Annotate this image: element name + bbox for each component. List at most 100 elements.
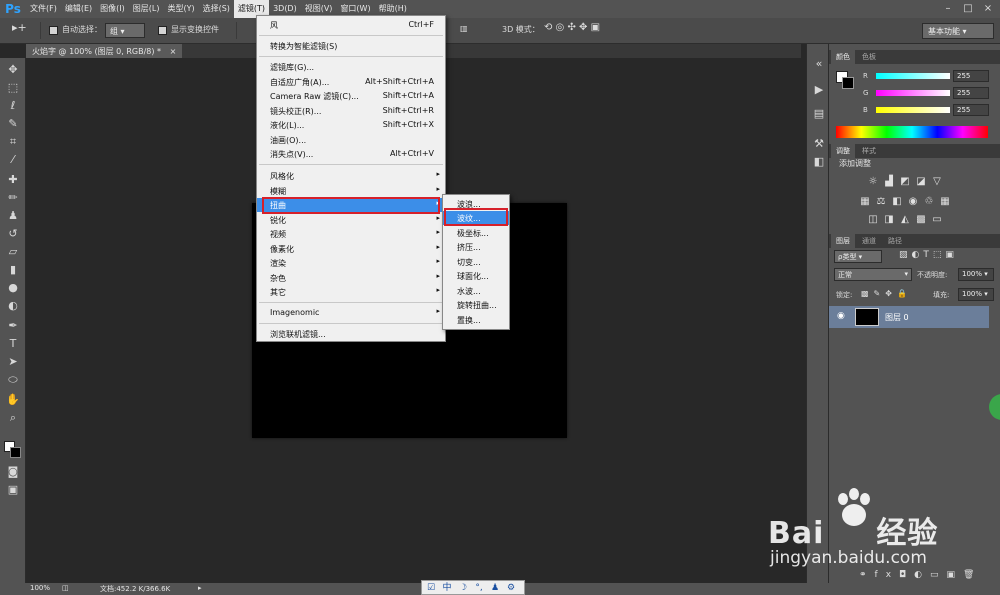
history-brush-tool-icon[interactable]: ↺ xyxy=(4,226,22,242)
status-menu-arrow-icon[interactable]: ▸ xyxy=(198,584,202,592)
maximize-icon[interactable]: □ xyxy=(960,2,976,15)
layer-name[interactable]: 图层 0 xyxy=(885,312,909,323)
blur-tool-icon[interactable]: ● xyxy=(4,280,22,296)
layer-row[interactable]: ◉ 图层 0 xyxy=(829,306,989,328)
eye-icon[interactable]: ◉ xyxy=(837,311,845,321)
quick-select-tool-icon[interactable]: ✎ xyxy=(4,116,22,132)
hand-tool-icon[interactable]: ✋ xyxy=(4,392,22,408)
color-balance-icon[interactable]: ⚖ xyxy=(875,196,887,208)
ime-mode[interactable]: 中 xyxy=(441,582,453,594)
crop-tool-icon[interactable]: ⌗ xyxy=(4,134,22,150)
zoom-tool-icon[interactable]: ⌕ xyxy=(4,410,22,426)
submenu-item-polar-coordinates[interactable]: 极坐标... xyxy=(443,226,509,240)
menu-item-oil-paint[interactable]: 油画(O)... xyxy=(257,133,445,147)
moon-icon[interactable]: ☽ xyxy=(457,582,469,594)
pen-tool-icon[interactable]: ✒ xyxy=(4,318,22,334)
marquee-tool-icon[interactable]: ⬚ xyxy=(4,80,22,96)
background-color-swatch[interactable] xyxy=(10,447,21,458)
menu-item-stylize[interactable]: 风格化 ▸ xyxy=(257,169,445,183)
shape-tool-icon[interactable]: ⬭ xyxy=(4,372,22,388)
tab-adjustments[interactable]: 调整 xyxy=(831,144,855,158)
lock-icons[interactable]: ▩✎✥🔒 xyxy=(861,289,912,298)
menu-item-convert-smart-filter[interactable]: 转换为智能滤镜(S) xyxy=(257,39,445,53)
submenu-item-pinch[interactable]: 挤压... xyxy=(443,240,509,254)
side-badge[interactable] xyxy=(989,394,1000,420)
blend-mode-dropdown[interactable]: 正常 ▾ xyxy=(834,268,912,281)
gradient-tool-icon[interactable]: ▮ xyxy=(4,262,22,278)
tab-layers[interactable]: 图层 xyxy=(831,234,855,248)
vibrance-icon[interactable]: ▽ xyxy=(931,176,943,188)
orbit-3d-icon[interactable]: ⟲ ◎ ✣ ✥ ▣ xyxy=(544,22,600,33)
tab-channels[interactable]: 通道 xyxy=(857,234,881,248)
gradient-map-icon[interactable]: ▭ xyxy=(931,214,943,226)
posterize-icon[interactable]: ◨ xyxy=(883,214,895,226)
collapse-panels-icon[interactable]: « xyxy=(810,56,828,72)
menu-item-other[interactable]: 其它 ▸ xyxy=(257,285,445,299)
menu-item-browse-online-filters[interactable]: 浏览联机滤镜... xyxy=(257,327,445,341)
menu-item-vanishing-point[interactable]: 消失点(V)... Alt+Ctrl+V xyxy=(257,147,445,161)
hue-saturation-icon[interactable]: ▦ xyxy=(859,196,871,208)
menu-type[interactable]: 类型(Y) xyxy=(163,0,198,18)
type-tool-icon[interactable]: T xyxy=(4,336,22,352)
menu-item-wind[interactable]: 风 Ctrl+F xyxy=(257,18,445,32)
layer-filter-dropdown[interactable]: ρ类型 ▾ xyxy=(834,250,882,263)
menu-layer[interactable]: 图层(L) xyxy=(129,0,164,18)
screen-mode-icon[interactable]: ▣ xyxy=(4,482,22,498)
menu-item-sharpen[interactable]: 锐化 ▸ xyxy=(257,213,445,227)
adjustments-icon[interactable]: ◧ xyxy=(810,154,828,170)
tab-paths[interactable]: 路径 xyxy=(883,234,907,248)
brush-tool-icon[interactable]: ✏ xyxy=(4,190,22,206)
path-select-tool-icon[interactable]: ➤ xyxy=(4,354,22,370)
red-channel-slider[interactable] xyxy=(876,73,950,79)
green-channel-slider[interactable] xyxy=(876,90,950,96)
user-icon[interactable]: ♟ xyxy=(489,582,501,594)
submenu-item-twirl[interactable]: 旋转扭曲... xyxy=(443,298,509,312)
threshold-icon[interactable]: ◭ xyxy=(899,214,911,226)
dodge-tool-icon[interactable]: ◐ xyxy=(4,298,22,314)
settings-icon[interactable]: ⚙ xyxy=(505,582,517,594)
photo-filter-icon[interactable]: ◉ xyxy=(907,196,919,208)
brightness-icon[interactable]: ☼ xyxy=(867,176,879,188)
invert-icon[interactable]: ◫ xyxy=(867,214,879,226)
quick-mask-icon[interactable]: ◙ xyxy=(4,464,22,480)
blue-channel-value[interactable]: 255 xyxy=(953,104,989,116)
menu-item-noise[interactable]: 杂色 ▸ xyxy=(257,271,445,285)
clone-stamp-tool-icon[interactable]: ♟ xyxy=(4,208,22,224)
menu-item-render[interactable]: 渲染 ▸ xyxy=(257,256,445,270)
color-lookup-icon[interactable]: ▦ xyxy=(939,196,951,208)
document-info[interactable]: 文档:452.2 K/366.6K xyxy=(100,584,170,594)
menu-item-adaptive-wide-angle[interactable]: 自适应广角(A)... Alt+Shift+Ctrl+A xyxy=(257,75,445,89)
close-icon[interactable]: × xyxy=(980,2,996,15)
curves-icon[interactable]: ◩ xyxy=(899,176,911,188)
auto-select-dropdown[interactable]: 组 ▾ xyxy=(105,23,145,38)
black-white-icon[interactable]: ◧ xyxy=(891,196,903,208)
layer-filter-icons[interactable]: ▧◐T⬚▣ xyxy=(899,250,958,260)
punctuation-icon[interactable]: °, xyxy=(473,582,485,594)
submenu-item-shear[interactable]: 切变... xyxy=(443,255,509,269)
menu-image[interactable]: 图像(I) xyxy=(96,0,129,18)
background-color-swatch[interactable] xyxy=(842,77,854,89)
red-channel-value[interactable]: 255 xyxy=(953,70,989,82)
layer-action-icons[interactable]: ⚭fx◘◐▭▣🗑 xyxy=(859,570,982,580)
align-icon[interactable]: ▥ xyxy=(460,24,468,33)
play-action-icon[interactable]: ▶ xyxy=(810,82,828,98)
tool-presets-icon[interactable]: ⚒ xyxy=(810,136,828,152)
menu-item-video[interactable]: 视频 ▸ xyxy=(257,227,445,241)
eyedropper-tool-icon[interactable]: ⁄ xyxy=(4,152,22,168)
eraser-tool-icon[interactable]: ▱ xyxy=(4,244,22,260)
tab-swatches[interactable]: 色板 xyxy=(857,50,881,64)
menu-item-imagenomic[interactable]: Imagenomic ▸ xyxy=(257,306,445,320)
levels-icon[interactable]: ▟ xyxy=(883,176,895,188)
menu-select[interactable]: 选择(S) xyxy=(199,0,234,18)
tab-color[interactable]: 颜色 xyxy=(831,50,855,64)
move-tool-icon[interactable]: ✥ xyxy=(4,62,22,78)
checkbox-icon[interactable]: ☑ xyxy=(425,582,437,594)
lasso-tool-icon[interactable]: ℓ xyxy=(4,98,22,114)
channel-mixer-icon[interactable]: ♲ xyxy=(923,196,935,208)
menu-item-lens-correction[interactable]: 镜头校正(R)... Shift+Ctrl+R xyxy=(257,104,445,118)
document-tab[interactable]: 火焰字 @ 100% (图层 0, RGB/8) * × xyxy=(26,44,183,58)
workspace-dropdown[interactable]: 基本功能 ▾ xyxy=(922,23,994,39)
submenu-item-spherize[interactable]: 球面化... xyxy=(443,269,509,283)
fill-input[interactable]: 100% ▾ xyxy=(958,288,994,301)
menu-file[interactable]: 文件(F) xyxy=(26,0,61,18)
